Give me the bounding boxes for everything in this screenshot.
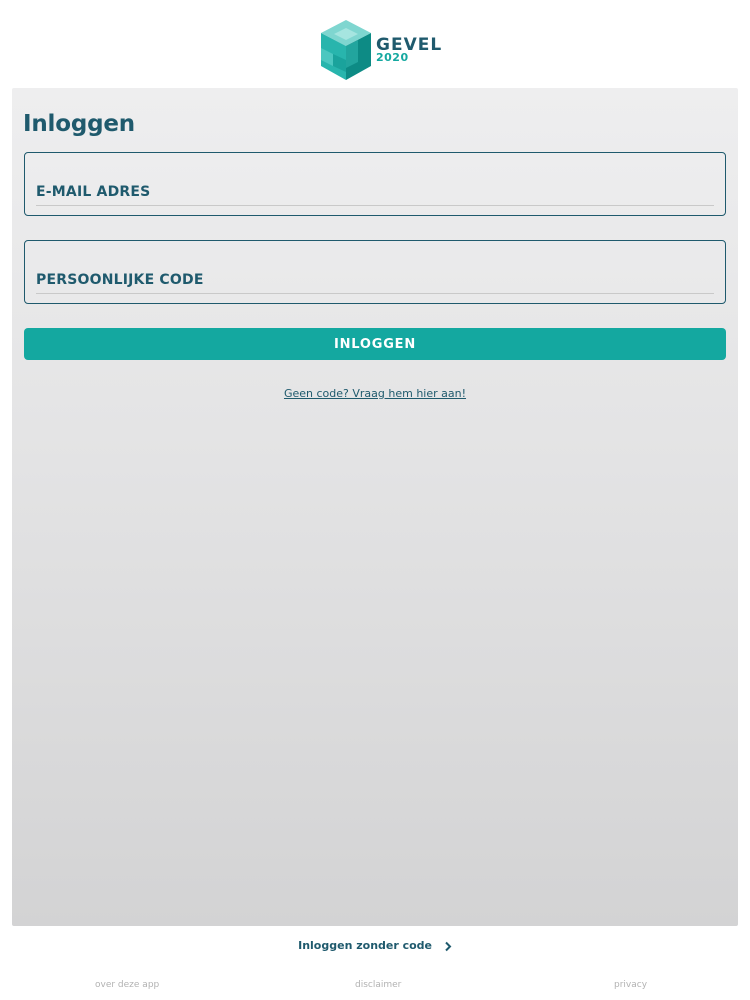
- email-input[interactable]: [36, 179, 714, 206]
- personal-code-input[interactable]: [36, 267, 714, 294]
- gevel-logo: GEVEL 2020: [318, 18, 441, 84]
- footer-link-about[interactable]: over deze app: [95, 980, 159, 990]
- login-button[interactable]: INLOGGEN: [24, 328, 726, 360]
- page-title: Inloggen: [23, 111, 135, 137]
- login-without-code-label: Inloggen zonder code: [298, 939, 433, 952]
- app-header: GEVEL 2020: [0, 0, 750, 88]
- login-panel: Inloggen INLOGGEN Geen code? Vraag hem h…: [12, 88, 738, 926]
- chevron-right-icon: [445, 941, 452, 951]
- brand-year: 2020: [376, 51, 409, 64]
- stacked-cube-logo-icon: [321, 20, 371, 80]
- footer-link-privacy[interactable]: privacy: [614, 980, 647, 990]
- request-code-link[interactable]: Geen code? Vraag hem hier aan!: [12, 387, 738, 400]
- code-field-box: [24, 240, 726, 304]
- login-without-code[interactable]: Inloggen zonder code: [0, 939, 750, 952]
- footer-link-disclaimer[interactable]: disclaimer: [355, 980, 401, 990]
- email-field-box: [24, 152, 726, 216]
